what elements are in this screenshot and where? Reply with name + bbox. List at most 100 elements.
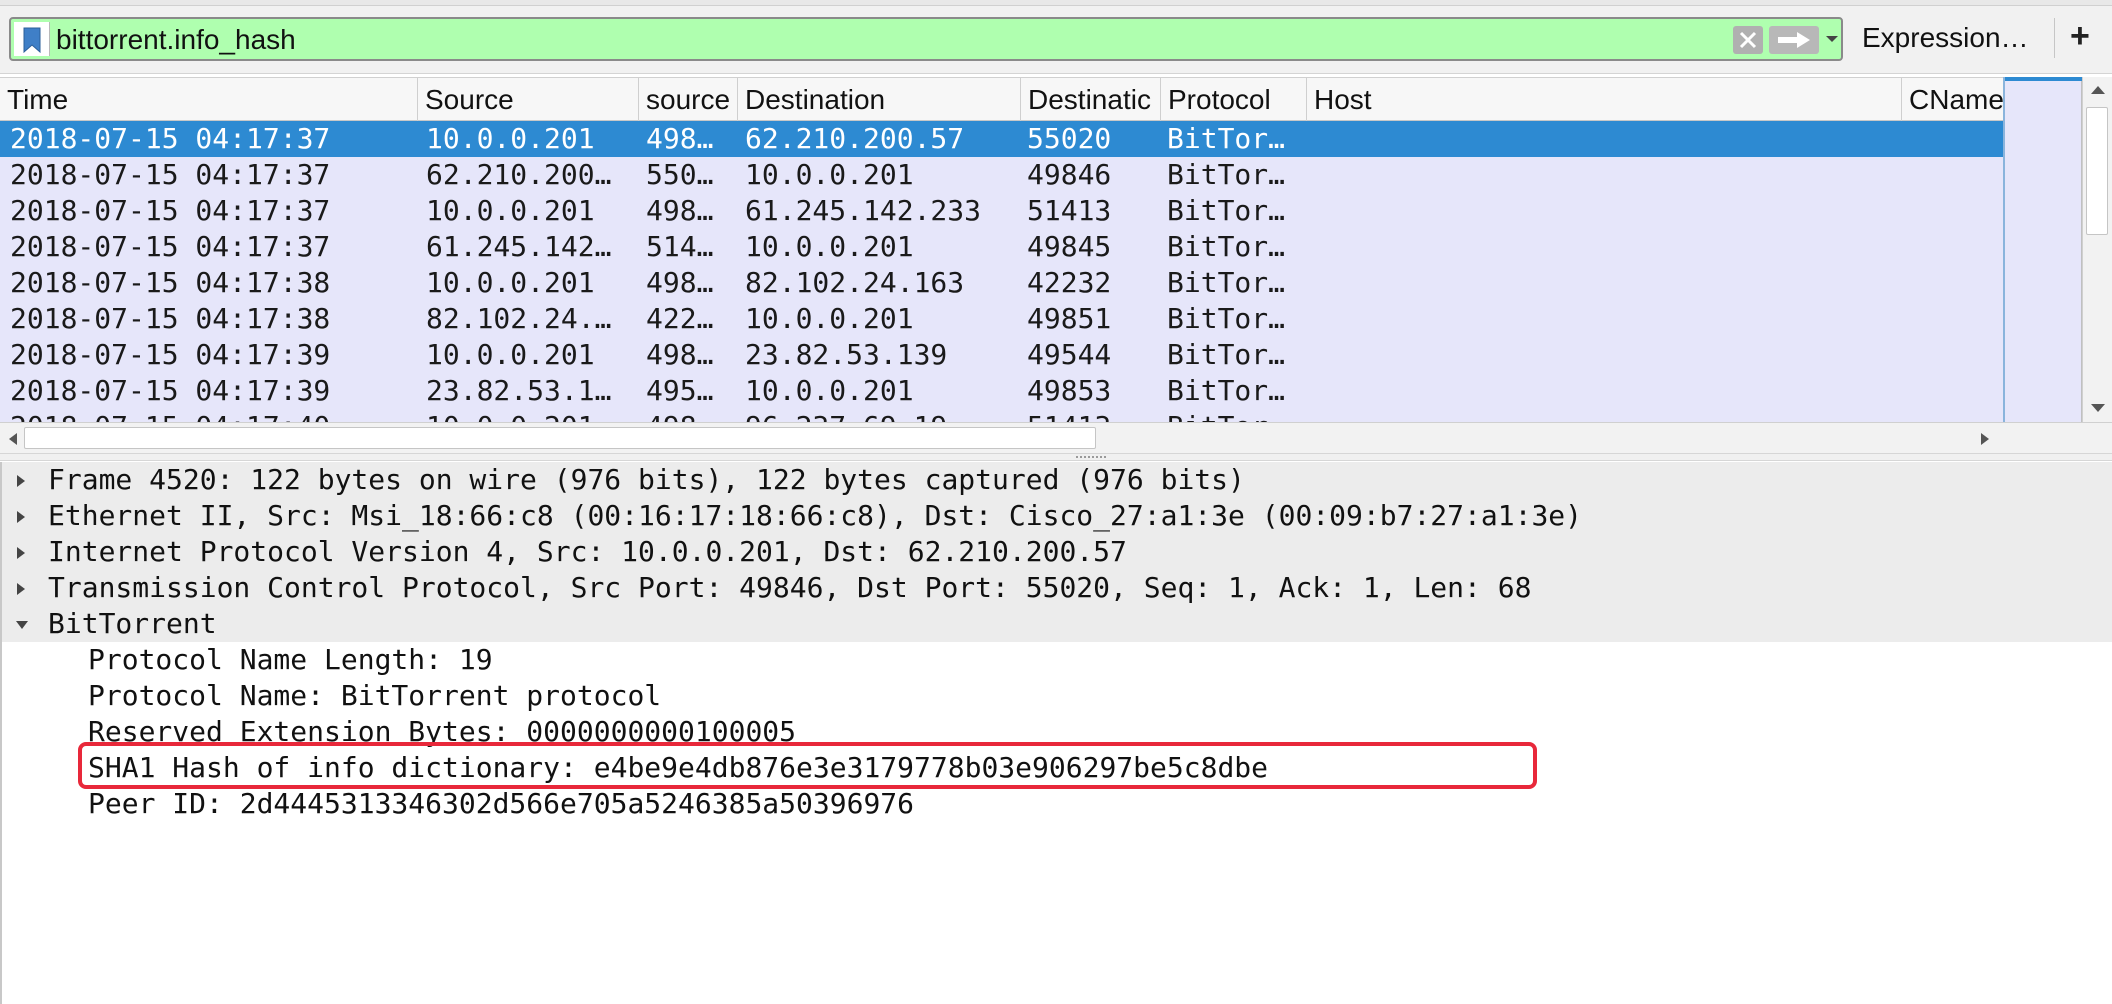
- packet-row[interactable]: 2018-07-15 04:17:39 10.0.0.201 498… 23.8…: [0, 337, 2003, 373]
- cell-source-port: 422…: [646, 302, 714, 335]
- tree-node-ipv4[interactable]: Internet Protocol Version 4, Src: 10.0.0…: [2, 534, 2112, 570]
- apply-filter-button[interactable]: [1769, 26, 1819, 54]
- clear-filter-button[interactable]: [1733, 26, 1763, 54]
- cell-source: 10.0.0.201: [426, 338, 595, 371]
- column-header-time[interactable]: Time: [0, 78, 418, 121]
- tree-node-label: Transmission Control Protocol, Src Port:…: [48, 571, 1532, 604]
- cell-destination-port: 51413: [1017, 409, 1161, 422]
- cell-time: 2018-07-15 04:17:40: [0, 409, 418, 422]
- expression-button[interactable]: Expression…: [1862, 22, 2029, 54]
- cell-destination-port: 49851: [1027, 302, 1112, 335]
- column-header-source[interactable]: Source: [418, 78, 639, 121]
- expand-arrow-icon[interactable]: [16, 510, 26, 524]
- column-header-destination[interactable]: Destination: [738, 78, 1021, 121]
- cell-destination: 10.0.0.201: [745, 230, 914, 263]
- scroll-up-arrow-icon[interactable]: [2090, 85, 2106, 95]
- packet-row[interactable]: 2018-07-15 04:17:37 62.210.200… 550… 10.…: [0, 157, 2003, 193]
- column-header-source-port[interactable]: source: [639, 78, 738, 121]
- cell-source-port: 498…: [636, 409, 738, 422]
- chevron-down-icon: [1826, 36, 1838, 42]
- filter-bookmark-button[interactable]: [14, 22, 50, 56]
- cell-destination: 82.102.24.163: [745, 266, 965, 299]
- field-label: Protocol Name Length: 19: [88, 643, 493, 676]
- cell-source-port: 498…: [646, 338, 714, 371]
- cell-destination: 10.0.0.201: [745, 374, 914, 407]
- cell-destination: 96.237.69.19: [735, 409, 1021, 422]
- cell-source-port: 498…: [646, 122, 714, 155]
- packet-row[interactable]: 2018-07-15 04:17:37 10.0.0.201 498… 61.2…: [0, 193, 2003, 229]
- packet-row[interactable]: 2018-07-15 04:17:37 61.245.142… 514… 10.…: [0, 229, 2003, 265]
- cell-source-port: 498…: [646, 266, 714, 299]
- tree-node-tcp[interactable]: Transmission Control Protocol, Src Port:…: [2, 570, 2112, 606]
- display-filter-bar[interactable]: bittorrent.info_hash: [9, 17, 1843, 61]
- cell-destination: 61.245.142.233: [745, 194, 982, 227]
- tree-node-label: BitTorrent: [48, 607, 217, 640]
- cell-time: 2018-07-15 04:17:39: [10, 338, 331, 371]
- clear-icon: [1739, 31, 1757, 49]
- cell-time: 2018-07-15 04:17:37: [10, 122, 331, 155]
- toolbar-top-edge: [0, 0, 2112, 6]
- cell-protocol: BitTor…: [1167, 230, 1286, 263]
- scroll-right-arrow-icon[interactable]: [1980, 432, 1990, 446]
- toolbar-separator: [2054, 18, 2055, 58]
- filter-history-dropdown[interactable]: [1824, 21, 1840, 57]
- field-protocol-name-length[interactable]: Protocol Name Length: 19: [2, 642, 2112, 678]
- cell-protocol: BitTor…: [1167, 194, 1286, 227]
- cell-destination-port: 51413: [1027, 194, 1112, 227]
- cell-source: 23.82.53.1…: [426, 374, 612, 407]
- packet-row[interactable]: 2018-07-15 04:17:38 82.102.24.… 422… 10.…: [0, 301, 2003, 337]
- scroll-down-arrow-icon[interactable]: [2090, 403, 2106, 413]
- cell-source: 10.0.0.201: [426, 266, 595, 299]
- cell-protocol: BitTor…: [1167, 158, 1286, 191]
- vertical-scroll-thumb[interactable]: [2086, 107, 2108, 235]
- info-hash-highlight-box: [78, 742, 1537, 789]
- column-header-host[interactable]: Host: [1307, 78, 1902, 121]
- pane-splitter[interactable]: [0, 453, 2112, 461]
- packet-row[interactable]: 2018-07-15 04:17:39 23.82.53.1… 495… 10.…: [0, 373, 2003, 409]
- cell-protocol: BitTor…: [1167, 266, 1286, 299]
- packet-list: Time Source source Destination Destinati…: [0, 77, 2112, 453]
- column-header-protocol[interactable]: Protocol: [1161, 78, 1307, 121]
- cell-protocol: BitTor…: [1167, 122, 1286, 155]
- packet-row[interactable]: 2018-07-15 04:17:37 10.0.0.201 498… 62.2…: [0, 121, 2003, 157]
- cell-destination-port: 55020: [1027, 122, 1112, 155]
- filter-input[interactable]: bittorrent.info_hash: [56, 25, 296, 55]
- packet-row[interactable]: 2018-07-15 04:17:38 10.0.0.201 498… 82.1…: [0, 265, 2003, 301]
- cell-source-port: 498…: [646, 194, 714, 227]
- expand-arrow-icon[interactable]: [16, 546, 26, 560]
- cell-protocol: BitTor…: [1167, 374, 1286, 407]
- cell-destination-port: 49853: [1027, 374, 1112, 407]
- tree-node-ethernet[interactable]: Ethernet II, Src: Msi_18:66:c8 (00:16:17…: [2, 498, 2112, 534]
- cell-time: 2018-07-15 04:17:37: [10, 194, 331, 227]
- cell-source: 10.0.0.201: [426, 122, 595, 155]
- cell-time: 2018-07-15 04:17:39: [10, 374, 331, 407]
- cell-destination-port: 49544: [1027, 338, 1112, 371]
- tree-node-frame[interactable]: Frame 4520: 122 bytes on wire (976 bits)…: [2, 462, 2112, 498]
- cell-destination-port: 49845: [1027, 230, 1112, 263]
- scroll-left-arrow-icon[interactable]: [8, 432, 18, 446]
- tree-node-bittorrent[interactable]: BitTorrent: [2, 606, 2112, 642]
- add-filter-button[interactable]: +: [2070, 18, 2090, 54]
- expand-arrow-icon[interactable]: [16, 582, 26, 596]
- cell-time: 2018-07-15 04:17:37: [10, 158, 331, 191]
- cell-source: 82.102.24.…: [426, 302, 612, 335]
- cell-destination-port: 49846: [1027, 158, 1112, 191]
- packet-row[interactable]: 2018-07-15 04:17:40 10.0.0.201 498… 96.2…: [0, 409, 2003, 422]
- packet-list-minimap[interactable]: [2003, 77, 2082, 422]
- cell-destination: 10.0.0.201: [745, 158, 914, 191]
- column-header-cname[interactable]: CName: [1902, 78, 2003, 121]
- packet-list-horizontal-scrollbar[interactable]: [0, 422, 2003, 453]
- horizontal-scroll-thumb[interactable]: [24, 427, 1096, 449]
- field-peer-id[interactable]: Peer ID: 2d4445313346302d566e705a5246385…: [2, 786, 2112, 822]
- cell-time: 2018-07-15 04:17:38: [10, 302, 331, 335]
- collapse-arrow-icon[interactable]: [15, 620, 29, 630]
- cell-destination: 62.210.200.57: [745, 122, 965, 155]
- field-protocol-name[interactable]: Protocol Name: BitTorrent protocol: [2, 678, 2112, 714]
- expand-arrow-icon[interactable]: [16, 474, 26, 488]
- field-label: Peer ID: 2d4445313346302d566e705a5246385…: [88, 787, 915, 820]
- column-header-destination-port[interactable]: Destinatic: [1021, 78, 1161, 121]
- packet-details: Frame 4520: 122 bytes on wire (976 bits)…: [0, 462, 2112, 1004]
- packet-list-vertical-scrollbar[interactable]: [2082, 77, 2112, 422]
- splitter-grip: [1076, 456, 1106, 458]
- bookmark-icon: [23, 27, 41, 53]
